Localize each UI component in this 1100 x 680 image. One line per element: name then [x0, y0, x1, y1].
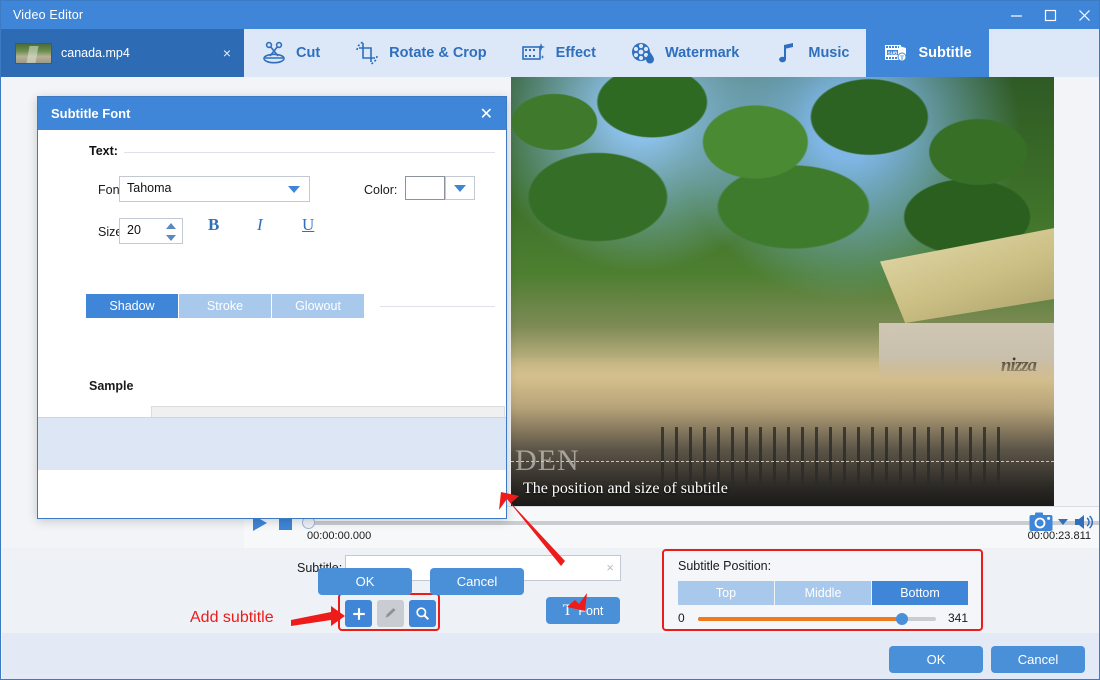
text-group-divider [89, 152, 495, 153]
patio-chairs [661, 427, 1001, 487]
toolbar-label: Music [808, 45, 850, 61]
slider-fill [698, 617, 903, 621]
subtitle-position-caption: Subtitle Position: [678, 559, 772, 573]
dialog-title-bar: Subtitle Font ✕ [38, 97, 506, 130]
current-time: 00:00:00.000 [307, 530, 372, 542]
text-group-caption: Text: [89, 144, 124, 158]
title-bar: Video Editor [1, 1, 1099, 29]
svg-text:T: T [900, 55, 904, 61]
minimize-icon[interactable] [999, 1, 1033, 29]
toolbar-label: Cut [296, 45, 321, 61]
font-button[interactable]: T Font [546, 597, 620, 624]
effect-style-tabs: Shadow Stroke Glowout [86, 294, 364, 318]
toolbar-item-cut[interactable]: Cut [244, 29, 337, 77]
app-title: Video Editor [13, 8, 84, 22]
font-button-label: Font [578, 603, 604, 618]
dialog-footer [38, 417, 506, 470]
add-subtitle-group [338, 593, 440, 631]
toolbar-item-music[interactable]: Music [756, 29, 866, 77]
dialog-body: Text: Font: Tahoma Color: Size: 20 B I U [38, 130, 506, 470]
size-value: 20 [127, 223, 141, 237]
cancel-button[interactable]: Cancel [991, 646, 1085, 673]
magnifier-icon[interactable] [409, 600, 436, 627]
video-editor-window: Video Editor canada.mp4 × Cut Rotate & C… [0, 0, 1100, 680]
dialog-cancel-button[interactable]: Cancel [430, 568, 524, 595]
text-color-swatch[interactable] [405, 176, 445, 200]
underline-button[interactable]: U [302, 215, 314, 235]
toolbar-label: Subtitle [918, 45, 972, 61]
slider-min-label: 0 [678, 611, 685, 625]
video-thumbnail [15, 42, 52, 64]
main-toolbar: Cut Rotate & Crop Effect Watermark Music… [244, 29, 1099, 77]
font-select[interactable]: Tahoma [119, 176, 310, 202]
text-color-dropdown[interactable] [445, 176, 475, 200]
speaker-icon[interactable] [1074, 513, 1094, 531]
scissors-icon [261, 40, 287, 66]
video-preview[interactable]: nizza DEN The position and size of subti… [511, 77, 1054, 506]
sample-label: Sample [89, 379, 134, 393]
close-icon[interactable]: ✕ [480, 104, 506, 124]
toolbar-item-rotate-crop[interactable]: Rotate & Crop [337, 29, 503, 77]
tab-stroke[interactable]: Stroke [179, 294, 272, 318]
tab-toolbar-strip: canada.mp4 × Cut Rotate & Crop Effect Wa… [1, 29, 1099, 77]
subtitle-position-segmented: Top Middle Bottom [678, 581, 968, 605]
toolbar-label: Rotate & Crop [389, 45, 487, 61]
position-option-bottom[interactable]: Bottom [872, 581, 968, 605]
italic-button[interactable]: I [257, 215, 263, 235]
toolbar-label: Effect [555, 45, 596, 61]
seek-track[interactable] [306, 521, 1099, 525]
subtitle-font-dialog: Subtitle Font ✕ Text: Font: Tahoma Color… [37, 96, 524, 595]
text-t-icon: T [562, 601, 573, 619]
size-spinner[interactable] [166, 222, 178, 242]
toolbar-item-effect[interactable]: Effect [504, 29, 613, 77]
window-controls [999, 1, 1099, 29]
edit-subtitle-button[interactable] [377, 600, 404, 627]
film-reel-drop-icon [630, 40, 656, 66]
toolbar-item-watermark[interactable]: Watermark [613, 29, 756, 77]
close-icon[interactable]: × [218, 46, 236, 60]
chevron-down-icon[interactable] [288, 186, 300, 193]
position-option-middle[interactable]: Middle [775, 581, 872, 605]
size-stepper[interactable]: 20 [119, 218, 183, 244]
close-icon[interactable] [1067, 1, 1099, 29]
subtitle-position-slider[interactable]: 0 341 [678, 611, 968, 627]
film-sparkle-icon [521, 40, 547, 66]
file-tab-canada[interactable]: canada.mp4 × [1, 29, 244, 77]
clear-icon[interactable]: × [606, 560, 614, 575]
music-note-icon [773, 40, 799, 66]
tab-shadow[interactable]: Shadow [86, 294, 179, 318]
add-subtitle-annotation: Add subtitle [190, 609, 274, 626]
file-tab-label: canada.mp4 [61, 46, 130, 60]
dialog-title: Subtitle Font [51, 106, 131, 121]
chevron-down-icon[interactable] [454, 185, 466, 192]
slider-handle[interactable] [896, 613, 908, 625]
preview-subtitle-text[interactable]: The position and size of subtitle [523, 480, 728, 498]
position-option-top[interactable]: Top [678, 581, 775, 605]
subtitle-position-panel: Subtitle Position: Top Middle Bottom 0 3… [662, 549, 983, 631]
camera-icon[interactable] [1029, 512, 1053, 532]
bold-button[interactable]: B [208, 215, 219, 235]
effect-divider [380, 306, 495, 307]
add-subtitle-button[interactable] [345, 600, 372, 627]
text-color-label: Color: [364, 183, 398, 197]
ok-button[interactable]: OK [889, 646, 983, 673]
toolbar-item-subtitle[interactable]: SUB T Subtitle [866, 29, 989, 77]
tab-glowout[interactable]: Glowout [272, 294, 364, 318]
toolbar-label: Watermark [664, 45, 740, 61]
subtitle-sub-icon: SUB T [883, 40, 909, 66]
svg-text:SUB: SUB [888, 50, 898, 55]
chevron-down-icon[interactable] [1058, 519, 1068, 525]
subtitle-guide-line [511, 461, 1054, 462]
dialog-ok-button[interactable]: OK [318, 568, 412, 595]
font-select-value: Tahoma [127, 181, 172, 195]
rotate-crop-icon [354, 40, 380, 66]
maximize-icon[interactable] [1033, 1, 1067, 29]
slider-max-label: 341 [947, 611, 968, 625]
